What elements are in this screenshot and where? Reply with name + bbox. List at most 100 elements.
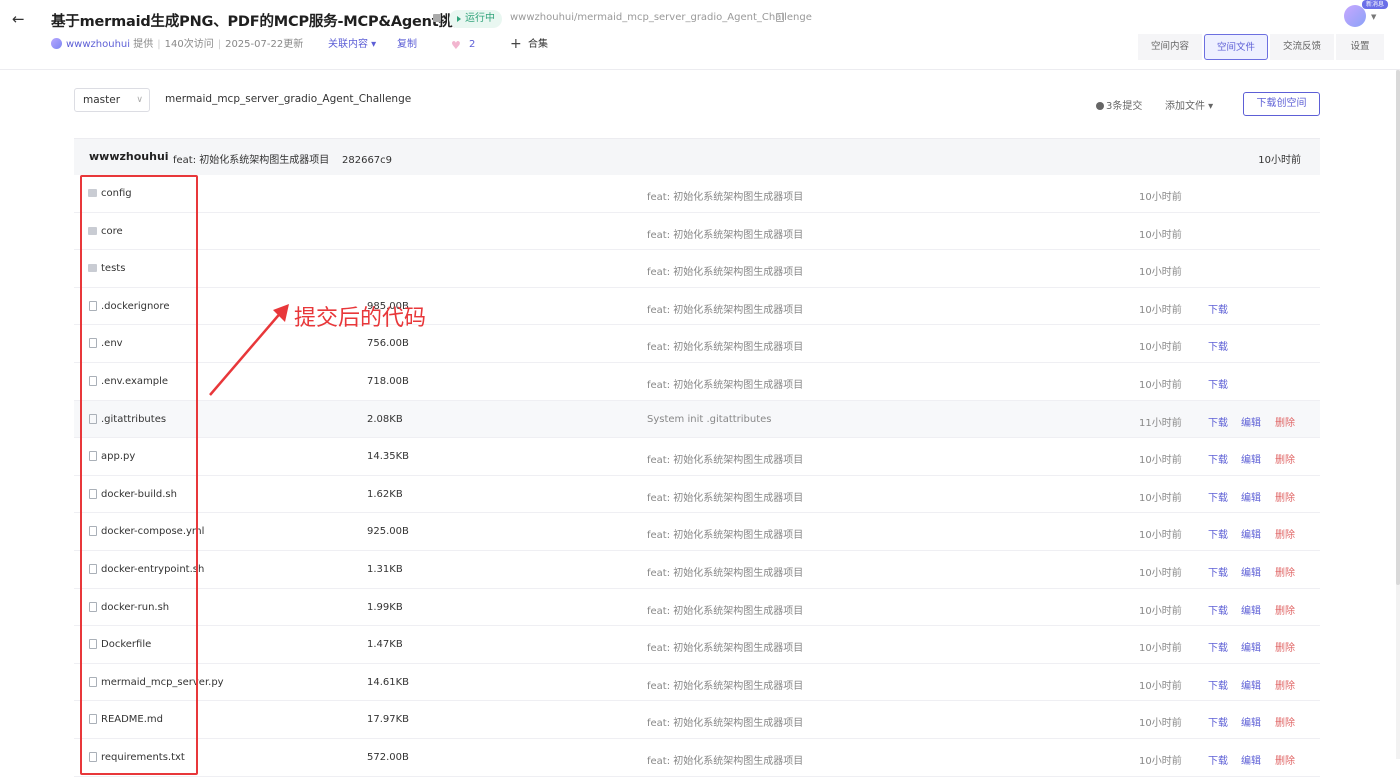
file-commit-message[interactable]: feat: 初始化系统架构图生成器项目	[647, 263, 803, 278]
delete-link[interactable]: 删除	[1275, 564, 1295, 579]
table-row[interactable]: docker-build.sh 1.62KB feat: 初始化系统架构图生成器项目…	[74, 476, 1320, 514]
download-link[interactable]: 下载	[1208, 301, 1228, 316]
download-link[interactable]: 下载	[1208, 714, 1228, 729]
file-commit-message[interactable]: feat: 初始化系统架构图生成器项目	[647, 564, 803, 579]
plus-icon[interactable]: +	[510, 36, 522, 52]
table-row[interactable]: app.py 14.35KB feat: 初始化系统架构图生成器项目 10小时前 下载编…	[74, 438, 1320, 476]
table-row[interactable]: docker-run.sh 1.99KB feat: 初始化系统架构图生成器项目 10…	[74, 589, 1320, 627]
file-name[interactable]: docker-build.sh	[101, 489, 177, 500]
copy-link[interactable]: 复制	[397, 38, 417, 52]
download-link[interactable]: 下载	[1208, 338, 1228, 353]
file-name[interactable]: Dockerfile	[101, 639, 151, 650]
table-row[interactable]: tests feat: 初始化系统架构图生成器项目 10小时前	[74, 250, 1320, 288]
user-avatar[interactable]	[1344, 5, 1366, 27]
file-commit-message[interactable]: feat: 初始化系统架构图生成器项目	[647, 639, 803, 654]
copy-icon[interactable]	[776, 13, 784, 22]
file-commit-message[interactable]: feat: 初始化系统架构图生成器项目	[647, 188, 803, 203]
file-commit-message[interactable]: feat: 初始化系统架构图生成器项目	[647, 752, 803, 767]
delete-link[interactable]: 删除	[1275, 489, 1295, 504]
edit-link[interactable]: 编辑	[1241, 489, 1261, 504]
download-link[interactable]: 下载	[1208, 564, 1228, 579]
file-name[interactable]: core	[101, 226, 123, 237]
scrollbar[interactable]	[1396, 70, 1400, 759]
collection-button[interactable]: 合集	[528, 38, 548, 52]
table-row[interactable]: requirements.txt 572.00B feat: 初始化系统架构图生成器…	[74, 739, 1320, 777]
table-row[interactable]: Dockerfile 1.47KB feat: 初始化系统架构图生成器项目 10小时前…	[74, 626, 1320, 664]
delete-link[interactable]: 删除	[1275, 414, 1295, 429]
edit-link[interactable]: 编辑	[1241, 752, 1261, 767]
delete-link[interactable]: 删除	[1275, 639, 1295, 654]
file-commit-message[interactable]: System init .gitattributes	[647, 414, 772, 425]
download-link[interactable]: 下载	[1208, 451, 1228, 466]
add-file-dropdown[interactable]: 添加文件 ▾	[1165, 97, 1213, 112]
file-name[interactable]: docker-entrypoint.sh	[101, 564, 204, 575]
download-link[interactable]: 下载	[1208, 677, 1228, 692]
download-space-button[interactable]: 下载创空间	[1243, 92, 1320, 116]
delete-link[interactable]: 删除	[1275, 602, 1295, 617]
table-row[interactable]: docker-compose.yml 925.00B feat: 初始化系统架构图生…	[74, 513, 1320, 551]
branch-select[interactable]: master ∨	[74, 88, 150, 112]
file-commit-message[interactable]: feat: 初始化系统架构图生成器项目	[647, 602, 803, 617]
file-name[interactable]: requirements.txt	[101, 752, 185, 763]
file-commit-message[interactable]: feat: 初始化系统架构图生成器项目	[647, 714, 803, 729]
file-name[interactable]: .dockerignore	[101, 301, 169, 312]
download-link[interactable]: 下载	[1208, 489, 1228, 504]
related-content-dropdown[interactable]: 关联内容 ▾	[328, 38, 376, 52]
file-name[interactable]: docker-run.sh	[101, 602, 169, 613]
table-row[interactable]: .gitattributes 2.08KB System init .gitattr…	[74, 400, 1320, 439]
tab-space-content[interactable]: 空间内容	[1138, 34, 1202, 60]
file-name[interactable]: mermaid_mcp_server.py	[101, 677, 224, 688]
edit-link[interactable]: 编辑	[1241, 714, 1261, 729]
download-link[interactable]: 下载	[1208, 752, 1228, 767]
scrollbar-thumb[interactable]	[1396, 70, 1400, 585]
pin-icon[interactable]	[433, 14, 441, 22]
edit-link[interactable]: 编辑	[1241, 602, 1261, 617]
table-row[interactable]: README.md 17.97KB feat: 初始化系统架构图生成器项目 10小时前…	[74, 701, 1320, 739]
download-link[interactable]: 下载	[1208, 639, 1228, 654]
file-name[interactable]: README.md	[101, 714, 163, 725]
delete-link[interactable]: 删除	[1275, 677, 1295, 692]
edit-link[interactable]: 编辑	[1241, 639, 1261, 654]
delete-link[interactable]: 删除	[1275, 451, 1295, 466]
tab-settings[interactable]: 设置	[1336, 34, 1384, 60]
tab-feedback[interactable]: 交流反馈	[1270, 34, 1334, 60]
file-commit-message[interactable]: feat: 初始化系统架构图生成器项目	[647, 226, 803, 241]
file-commit-message[interactable]: feat: 初始化系统架构图生成器项目	[647, 489, 803, 504]
file-name[interactable]: .env	[101, 338, 123, 349]
file-commit-message[interactable]: feat: 初始化系统架构图生成器项目	[647, 677, 803, 692]
edit-link[interactable]: 编辑	[1241, 414, 1261, 429]
arrow-left-icon[interactable]: ←	[12, 10, 28, 28]
delete-link[interactable]: 删除	[1275, 752, 1295, 767]
edit-link[interactable]: 编辑	[1241, 677, 1261, 692]
commit-count-link[interactable]: 3条提交	[1096, 97, 1142, 112]
file-name[interactable]: docker-compose.yml	[101, 526, 204, 537]
delete-link[interactable]: 删除	[1275, 714, 1295, 729]
file-commit-message[interactable]: feat: 初始化系统架构图生成器项目	[647, 376, 803, 391]
file-name[interactable]: config	[101, 188, 132, 199]
download-link[interactable]: 下载	[1208, 414, 1228, 429]
heart-icon[interactable]: ♥	[451, 40, 461, 51]
file-name[interactable]: tests	[101, 263, 125, 274]
table-row[interactable]: mermaid_mcp_server.py 14.61KB feat: 初始化系统架…	[74, 664, 1320, 702]
file-commit-message[interactable]: feat: 初始化系统架构图生成器项目	[647, 526, 803, 541]
table-row[interactable]: docker-entrypoint.sh 1.31KB feat: 初始化系统架构图…	[74, 551, 1320, 589]
file-commit-message[interactable]: feat: 初始化系统架构图生成器项目	[647, 451, 803, 466]
file-name[interactable]: .gitattributes	[101, 414, 166, 425]
owner-link[interactable]: wwwzhouhui	[66, 39, 130, 50]
delete-link[interactable]: 删除	[1275, 526, 1295, 541]
table-row[interactable]: core feat: 初始化系统架构图生成器项目 10小时前	[74, 213, 1320, 251]
download-link[interactable]: 下载	[1208, 602, 1228, 617]
tab-space-files[interactable]: 空间文件	[1204, 34, 1268, 60]
commit-author[interactable]: wwwzhouhui	[89, 150, 169, 163]
file-commit-message[interactable]: feat: 初始化系统架构图生成器项目	[647, 338, 803, 353]
file-name[interactable]: .env.example	[101, 376, 168, 387]
download-link[interactable]: 下载	[1208, 376, 1228, 391]
table-row[interactable]: config feat: 初始化系统架构图生成器项目 10小时前	[74, 175, 1320, 213]
chevron-down-icon[interactable]: ▼	[1371, 13, 1376, 21]
edit-link[interactable]: 编辑	[1241, 451, 1261, 466]
file-name[interactable]: app.py	[101, 451, 135, 462]
edit-link[interactable]: 编辑	[1241, 526, 1261, 541]
download-link[interactable]: 下载	[1208, 526, 1228, 541]
file-commit-message[interactable]: feat: 初始化系统架构图生成器项目	[647, 301, 803, 316]
edit-link[interactable]: 编辑	[1241, 564, 1261, 579]
